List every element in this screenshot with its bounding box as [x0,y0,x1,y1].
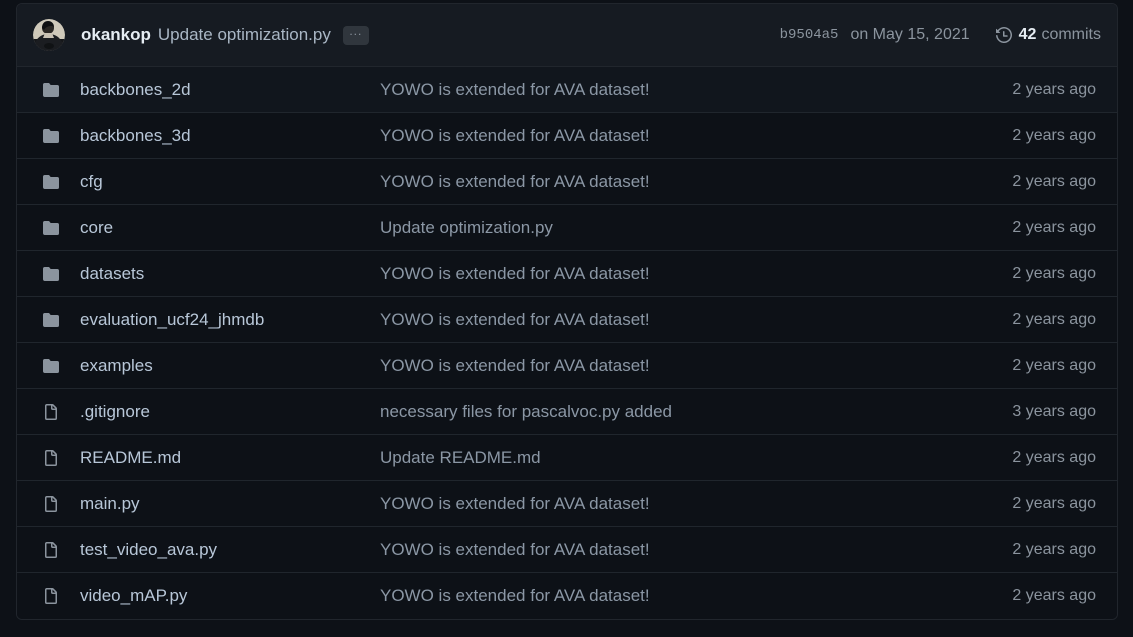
file-name-link[interactable]: datasets [80,264,380,284]
file-icon [43,495,59,512]
file-commit-age: 2 years ago [1012,218,1096,236]
file-name-link[interactable]: .gitignore [80,402,380,422]
file-commit-age: 2 years ago [1012,356,1096,374]
table-row[interactable]: video_mAP.py YOWO is extended for AVA dat… [17,573,1117,619]
file-commit-age: 2 years ago [1012,172,1096,190]
table-row[interactable]: examples YOWO is extended for AVA dataset… [17,343,1117,389]
file-commit-age: 2 years ago [1012,264,1096,282]
file-name-link[interactable]: backbones_2d [80,80,380,100]
folder-icon [43,174,59,190]
avatar[interactable] [33,19,65,51]
commit-meta: b9504a5 on May 15, 2021 42 commits [780,26,1101,44]
file-commit-age: 3 years ago [1012,402,1096,420]
file-commit-message[interactable]: YOWO is extended for AVA dataset! [380,540,1012,560]
file-commit-message[interactable]: Update README.md [380,448,1012,468]
file-name-link[interactable]: evaluation_ucf24_jhmdb [80,310,380,330]
file-commit-age: 2 years ago [1012,587,1096,604]
file-commit-message[interactable]: YOWO is extended for AVA dataset! [380,172,1012,192]
folder-icon [43,128,59,144]
table-row[interactable]: README.md Update README.md 2 years ago [17,435,1117,481]
table-row[interactable]: backbones_2d YOWO is extended for AVA dat… [17,67,1117,113]
file-commit-message[interactable]: YOWO is extended for AVA dataset! [380,126,1012,146]
file-commit-message[interactable]: YOWO is extended for AVA dataset! [380,264,1012,284]
table-row[interactable]: .gitignore necessary files for pascalvoc.… [17,389,1117,435]
file-commit-age: 2 years ago [1012,310,1096,328]
commit-expand-button[interactable]: ... [342,25,369,45]
file-commit-age: 2 years ago [1012,494,1096,512]
file-commit-message[interactable]: YOWO is extended for AVA dataset! [380,494,1012,514]
file-commit-message[interactable]: Update optimization.py [380,218,1012,238]
table-row[interactable]: main.py YOWO is extended for AVA dataset!… [17,481,1117,527]
file-name-link[interactable]: main.py [80,494,380,514]
file-icon [43,449,59,466]
file-name-link[interactable]: examples [80,356,380,376]
folder-icon [43,82,59,98]
file-name-link[interactable]: test_video_ava.py [80,540,380,560]
commit-date: on May 15, 2021 [850,26,970,43]
table-row[interactable]: evaluation_ucf24_jhmdb YOWO is extended f… [17,297,1117,343]
commit-message[interactable]: Update optimization.py [158,25,331,45]
commits-count: 42 [1018,26,1037,43]
file-icon [43,588,59,604]
latest-commit-header: okankop Update optimization.py ... b9504… [17,4,1117,67]
file-commit-message[interactable]: YOWO is extended for AVA dataset! [380,310,1012,330]
file-name-link[interactable]: README.md [80,448,380,468]
file-commit-age: 2 years ago [1012,126,1096,144]
file-commit-age: 2 years ago [1012,448,1096,466]
file-icon [43,403,59,420]
folder-icon [43,220,59,236]
commit-author[interactable]: okankop [81,25,151,45]
file-commit-message[interactable]: necessary files for pascalvoc.py added [380,402,1012,422]
file-commit-age: 2 years ago [1012,80,1096,98]
history-clock-icon [995,27,1012,43]
table-row[interactable]: cfg YOWO is extended for AVA dataset! 2 ye… [17,159,1117,205]
file-list: backbones_2d YOWO is extended for AVA dat… [17,67,1117,619]
file-icon [43,541,59,558]
file-name-link[interactable]: backbones_3d [80,126,380,146]
file-commit-message[interactable]: YOWO is extended for AVA dataset! [380,356,1012,376]
file-commit-message[interactable]: YOWO is extended for AVA dataset! [380,586,1012,606]
commit-sha[interactable]: b9504a5 [780,27,839,43]
table-row[interactable]: datasets YOWO is extended for AVA dataset… [17,251,1117,297]
folder-icon [43,312,59,328]
repository-file-table: okankop Update optimization.py ... b9504… [16,3,1118,620]
folder-icon [43,358,59,374]
file-name-link[interactable]: cfg [80,172,380,192]
table-row[interactable]: test_video_ava.py YOWO is extended for AV… [17,527,1117,573]
file-commit-age: 2 years ago [1012,540,1096,558]
commits-link[interactable]: 42 commits [995,26,1101,44]
file-name-link[interactable]: core [80,218,380,238]
table-row[interactable]: backbones_3d YOWO is extended for AVA dat… [17,113,1117,159]
file-name-link[interactable]: video_mAP.py [80,586,380,606]
folder-icon [43,266,59,282]
file-commit-message[interactable]: YOWO is extended for AVA dataset! [380,80,1012,100]
commits-label: commits [1041,26,1101,43]
table-row[interactable]: core Update optimization.py 2 years ago [17,205,1117,251]
